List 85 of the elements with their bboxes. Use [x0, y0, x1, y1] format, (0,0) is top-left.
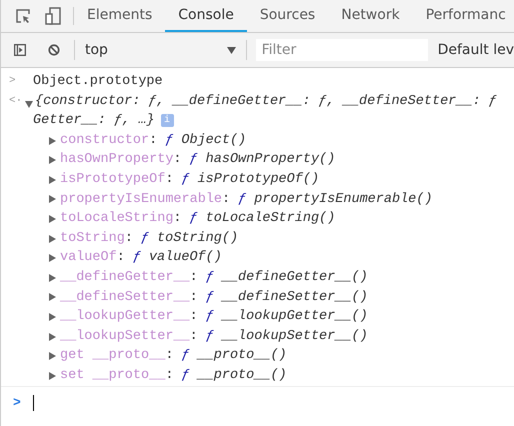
property-value: propertyIsEnumerable() [254, 190, 432, 209]
property-value: Object() [181, 132, 246, 150]
function-sign: ƒ [206, 268, 214, 287]
expand-toggle-icon[interactable] [49, 195, 56, 204]
property-value: isPrototypeOf() [198, 170, 320, 189]
property-value: toString() [157, 230, 238, 248]
expand-toggle-icon[interactable] [49, 274, 56, 282]
expand-toggle-icon[interactable] [49, 254, 56, 262]
function-sign: ƒ [181, 170, 190, 189]
panel-tab[interactable]: Network [328, 0, 413, 32]
property-name: set __proto__ [60, 366, 166, 385]
colon: : [222, 190, 230, 209]
panel-tab[interactable]: Elements [74, 0, 166, 32]
colon: : [190, 268, 198, 287]
expand-toggle-icon[interactable] [49, 332, 56, 341]
expand-toggle-icon[interactable] [49, 136, 56, 145]
function-sign: ƒ [206, 308, 214, 326]
function-sign: ƒ [206, 288, 214, 307]
property-name: __defineGetter__ [60, 268, 190, 287]
property-value: __proto__() [198, 347, 287, 366]
caret-icon [226, 46, 236, 54]
function-sign: ƒ [181, 366, 190, 385]
function-sign: ƒ [140, 230, 150, 248]
expand-toggle-icon[interactable] [49, 156, 56, 164]
property-value: __lookupSetter__() [222, 328, 368, 346]
text-cursor [32, 394, 34, 410]
property-value: valueOf() [148, 249, 222, 268]
expand-toggle-icon[interactable] [49, 352, 56, 360]
property-value: __defineSetter__() [222, 288, 368, 307]
context-select[interactable]: top [74, 40, 247, 60]
colon: : [165, 347, 174, 366]
property-name: constructor [60, 132, 150, 150]
expand-toggle-icon[interactable] [49, 312, 56, 321]
device-icon[interactable] [45, 7, 61, 25]
function-sign: ƒ [181, 347, 190, 366]
colon: : [190, 308, 198, 326]
property-name: hasOwnProperty [60, 151, 174, 170]
property-name: toLocaleString [60, 210, 174, 228]
expand-toggle-icon[interactable] [25, 100, 33, 108]
expand-toggle-icon[interactable] [49, 214, 56, 223]
property-name: isPrototypeOf [60, 170, 166, 189]
clear-icon[interactable] [48, 43, 60, 57]
colon: : [173, 210, 182, 228]
input-prompt: > [9, 74, 17, 89]
function-sign: ƒ [190, 151, 198, 170]
filter-field[interactable]: Filter [256, 39, 428, 61]
expand-toggle-icon[interactable] [49, 176, 56, 184]
prompt-icon: > [13, 392, 21, 412]
expand-toggle-icon[interactable] [49, 234, 56, 243]
function-sign: ƒ [165, 132, 174, 150]
property-name: propertyIsEnumerable [60, 190, 222, 209]
function-sign: ƒ [206, 328, 214, 346]
property-value: toLocaleString() [206, 210, 336, 228]
function-sign: ƒ [132, 249, 141, 268]
colon: : [149, 132, 158, 150]
colon: : [173, 151, 182, 170]
object-preview: {constructor: ƒ, __defineGetter__: ƒ, __defineSetter__: ƒ [35, 92, 497, 111]
colon: : [165, 366, 174, 385]
function-sign: ƒ [190, 210, 198, 228]
log-levels-dropdown[interactable]: Default lev [438, 42, 514, 58]
property-value: __defineGetter__() [222, 268, 368, 287]
property-value: __proto__() [198, 366, 287, 385]
colon: : [165, 170, 174, 189]
panel-tab[interactable]: Sources [246, 0, 328, 32]
colon: : [190, 328, 198, 346]
object-preview: Getter__: ƒ, …} [33, 112, 155, 130]
function-sign: ƒ [238, 190, 246, 209]
colon: : [124, 230, 133, 248]
panel-tab[interactable]: Performanc [412, 0, 514, 32]
property-name: toString [60, 230, 125, 248]
console-command: Object.prototype [33, 73, 163, 91]
sidebar-toggle-icon[interactable] [14, 43, 26, 57]
property-name: __lookupGetter__ [60, 308, 190, 326]
colon: : [116, 249, 125, 268]
property-name: __defineSetter__ [60, 288, 190, 307]
property-value: hasOwnProperty() [206, 151, 336, 170]
colon: : [190, 288, 198, 307]
property-name: __lookupSetter__ [60, 328, 190, 346]
expand-toggle-icon[interactable] [49, 293, 56, 302]
result-prompt: <· [9, 94, 23, 109]
expand-toggle-icon[interactable] [49, 372, 56, 380]
property-name: valueOf [60, 249, 117, 268]
property-value: __lookupGetter__() [222, 308, 368, 326]
inspect-icon[interactable] [15, 8, 31, 24]
property-name: get __proto__ [60, 347, 166, 366]
